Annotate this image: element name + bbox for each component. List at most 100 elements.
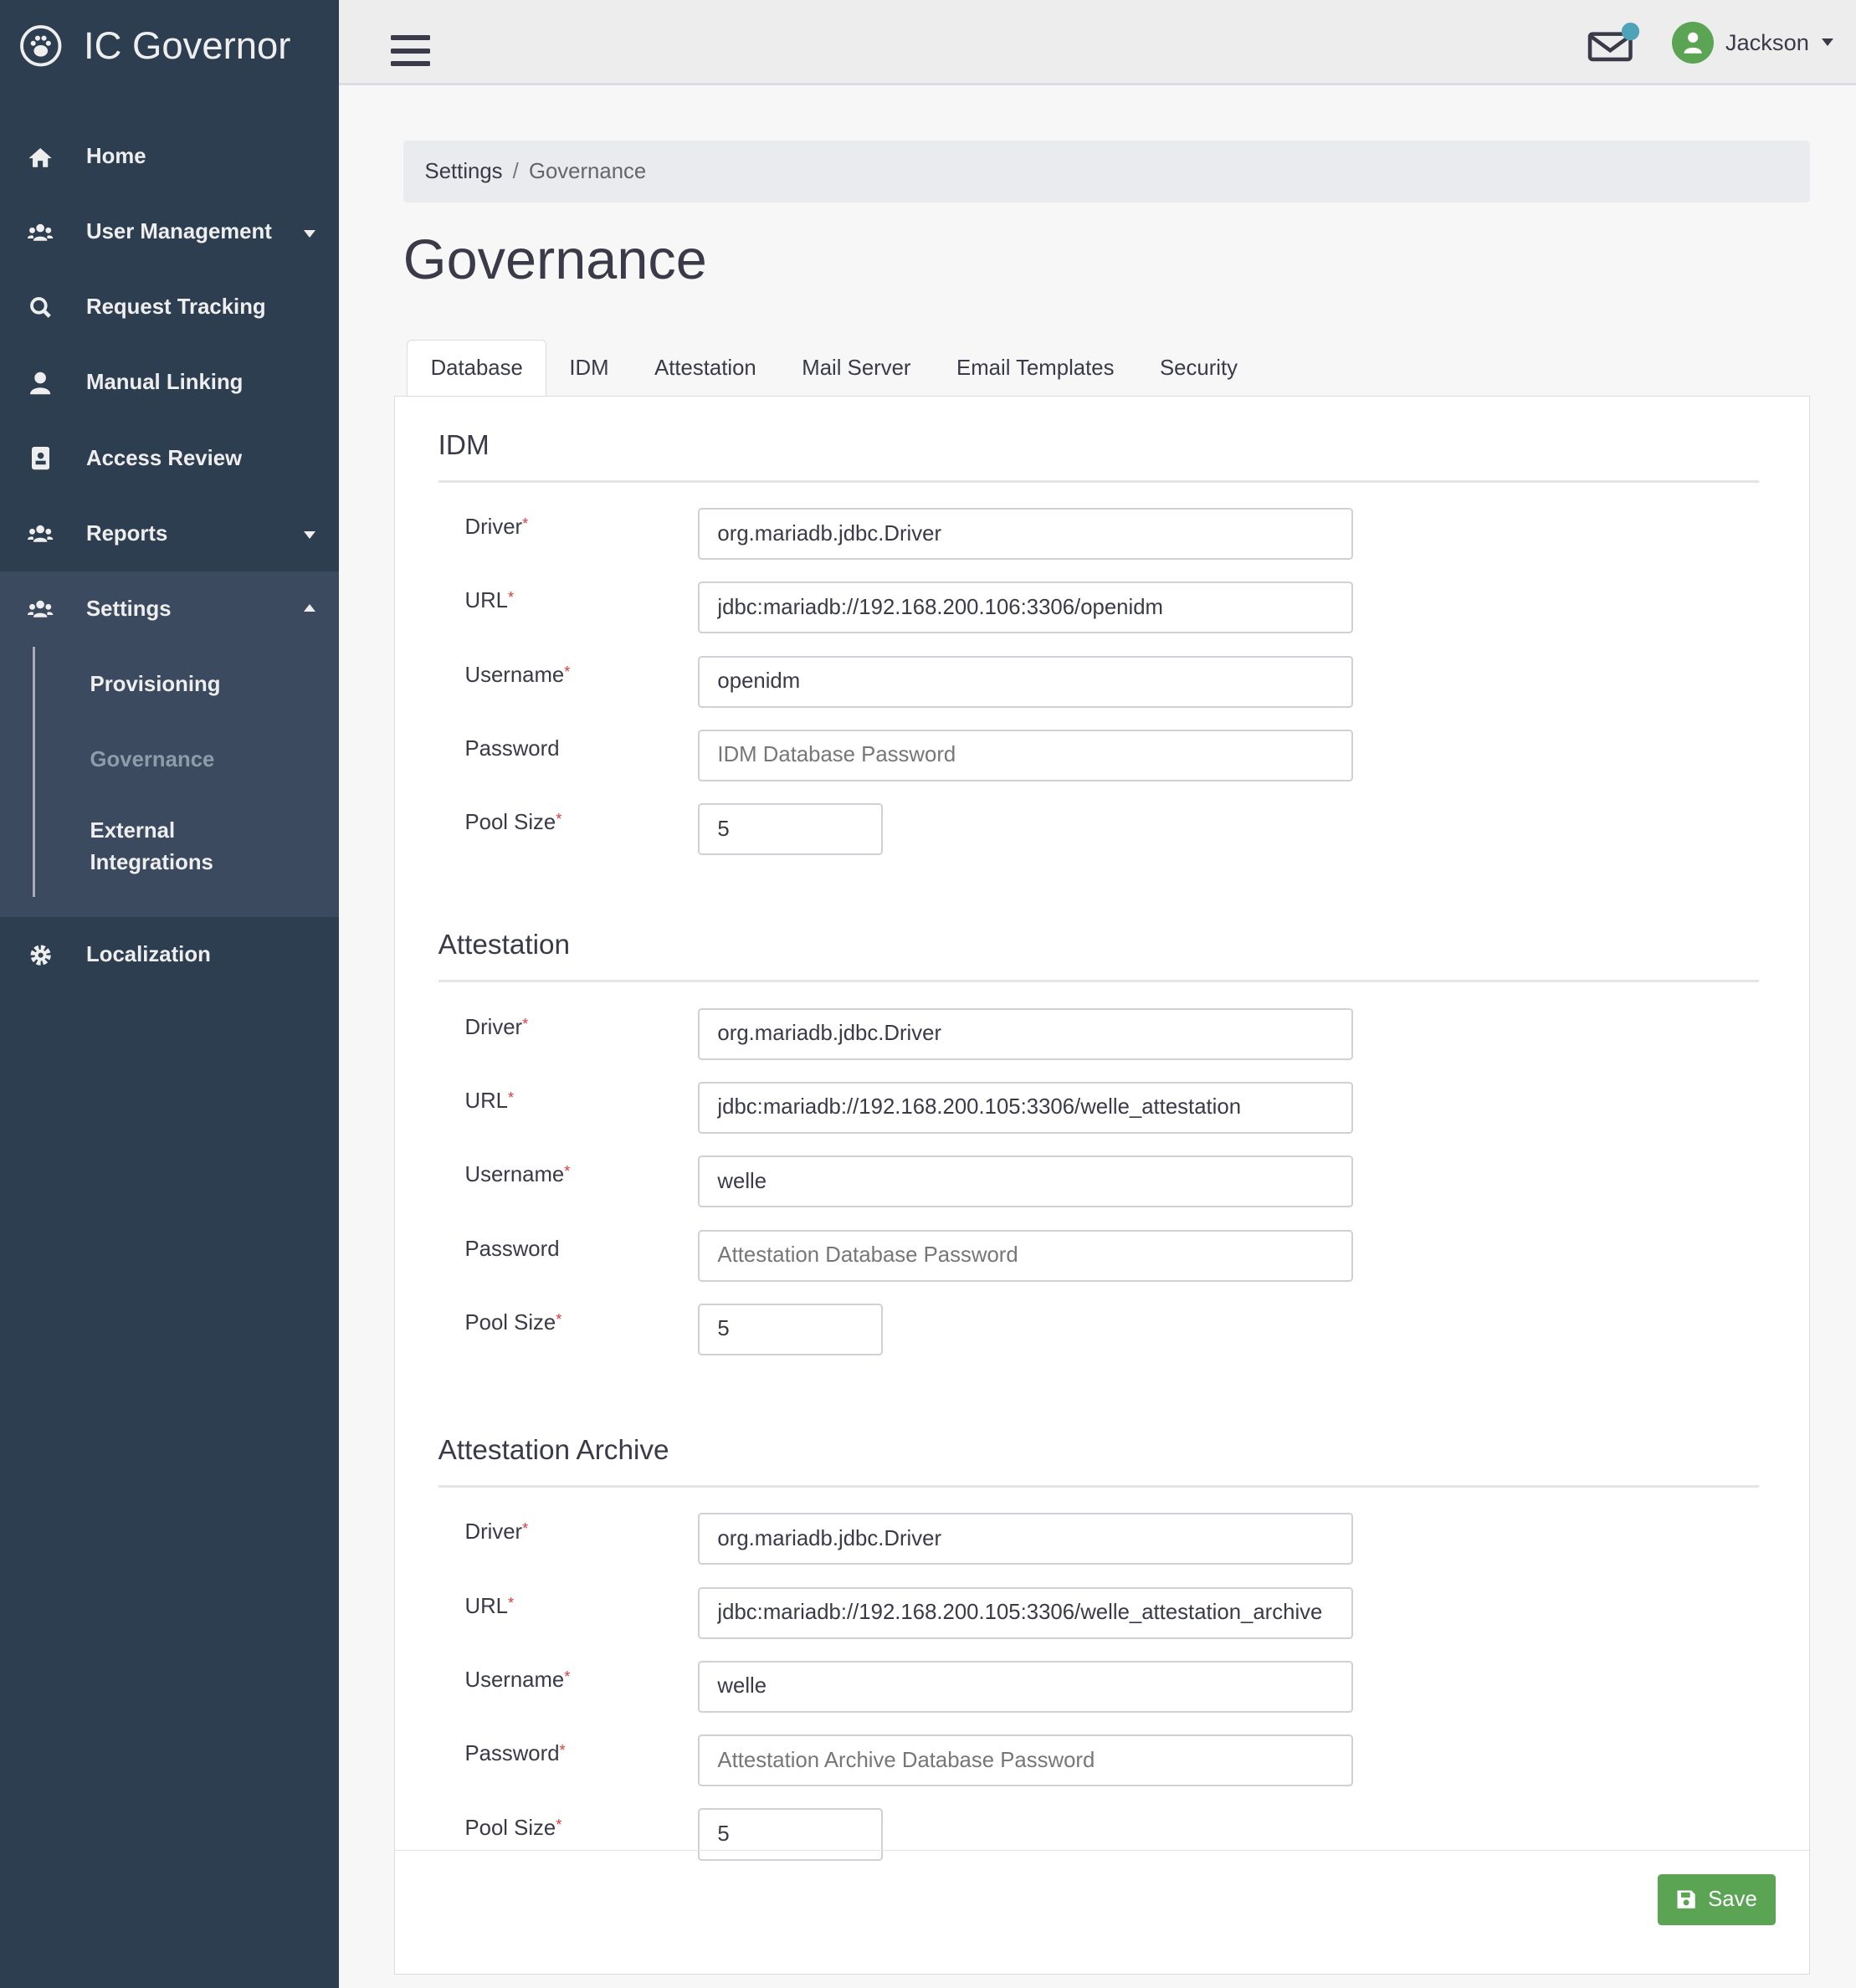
save-button[interactable]: Save: [1658, 1874, 1776, 1925]
sidebar-subitem-external-integrations[interactable]: External Integrations: [35, 798, 251, 897]
tab-email-templates[interactable]: Email Templates: [934, 340, 1137, 397]
envelope-icon: [1587, 23, 1639, 62]
paw-logo-icon: [19, 24, 62, 67]
form-row-username: Username*: [438, 655, 1759, 730]
form-row-url: URL*: [438, 582, 1759, 655]
label-text: Username: [464, 1668, 565, 1692]
sidebar-item-label: User Management: [86, 220, 272, 244]
form-row-driver: Driver*: [438, 507, 1759, 582]
brand[interactable]: IC Governor: [0, 0, 339, 91]
section-title: IDM: [438, 397, 1759, 483]
mail-button[interactable]: [1587, 23, 1643, 72]
sidebar-item-localization[interactable]: Localization: [0, 917, 339, 992]
label-text: Username: [464, 1163, 565, 1187]
pool-size-input[interactable]: [698, 1303, 884, 1355]
sidebar-item-label: Localization: [86, 942, 211, 966]
card-footer-divider: [395, 1850, 1810, 1852]
required-indicator: *: [507, 1089, 515, 1106]
label-text: Password: [464, 1237, 560, 1261]
username-input[interactable]: [698, 1660, 1354, 1713]
sidebar-item-user-management[interactable]: User Management: [0, 195, 339, 270]
url-label: URL*: [438, 1082, 699, 1155]
url-label: URL*: [438, 1587, 699, 1661]
label-text: Driver: [464, 1015, 523, 1039]
password-input[interactable]: [698, 1734, 1354, 1787]
label-text: Password: [464, 737, 560, 761]
app-title: IC Governor: [83, 23, 291, 67]
sidebar-subitem-provisioning[interactable]: Provisioning: [35, 647, 338, 722]
username-input[interactable]: [698, 655, 1354, 708]
chevron-up-icon: [304, 604, 316, 612]
breadcrumb-separator: /: [512, 159, 519, 183]
driver-input[interactable]: [698, 1513, 1354, 1565]
sidebar-item-reports[interactable]: Reports: [0, 496, 339, 571]
users-icon: [28, 219, 54, 244]
breadcrumb-settings[interactable]: Settings: [425, 160, 503, 184]
tab-mail-server[interactable]: Mail Server: [779, 340, 934, 397]
label-text: URL: [464, 1089, 508, 1113]
url-label: URL*: [438, 582, 699, 655]
sidebar-item-request-tracking[interactable]: Request Tracking: [0, 270, 339, 346]
password-input[interactable]: [698, 729, 1354, 782]
user-menu[interactable]: Jackson: [1672, 21, 1834, 64]
chevron-down-icon: [1822, 38, 1834, 47]
driver-label: Driver*: [438, 1008, 699, 1082]
form-row-url: URL*: [438, 1081, 1759, 1155]
tab-attestation[interactable]: Attestation: [632, 340, 779, 397]
required-indicator: *: [522, 1015, 529, 1032]
section-title: Attestation Archive: [438, 1401, 1759, 1488]
sidebar-item-label: Request Tracking: [86, 295, 266, 320]
chevron-down-icon: [304, 229, 316, 238]
required-indicator: *: [507, 1594, 515, 1611]
driver-input[interactable]: [698, 1007, 1354, 1060]
sidebar-item-settings[interactable]: Settings: [0, 571, 339, 647]
sidebar-item-label: Settings: [86, 597, 172, 621]
save-icon: [1677, 1890, 1695, 1909]
breadcrumb: Settings / Governance: [402, 141, 1811, 203]
label-text: Password: [464, 1742, 560, 1766]
label-text: Driver: [464, 515, 523, 540]
gear-icon: [28, 942, 53, 967]
label-text: Pool Size: [464, 811, 556, 835]
sidebar-item-home[interactable]: Home: [0, 119, 339, 194]
required-indicator: *: [556, 1816, 562, 1833]
hamburger-menu-icon[interactable]: [390, 35, 430, 73]
password-input[interactable]: [698, 1229, 1354, 1282]
form-row-password: Password: [438, 1229, 1759, 1304]
driver-input[interactable]: [698, 507, 1354, 561]
sidebar: IC Governor Home User Management Request…: [0, 0, 339, 1988]
users-icon: [28, 597, 54, 622]
url-input[interactable]: [698, 1586, 1354, 1639]
label-text: URL: [464, 1594, 508, 1618]
url-input[interactable]: [698, 582, 1354, 634]
pool-size-label: Pool Size*: [438, 803, 699, 877]
label-text: Pool Size: [464, 1310, 556, 1335]
pool-size-input[interactable]: [698, 1808, 884, 1861]
breadcrumb-current: Governance: [528, 159, 647, 183]
sidebar-item-label: Manual Linking: [86, 371, 244, 395]
label-text: Driver: [464, 1520, 523, 1545]
password-label: Password: [438, 730, 699, 803]
username-label: Username*: [438, 1155, 699, 1229]
chevron-down-icon: [304, 531, 316, 540]
tab-idm[interactable]: IDM: [546, 340, 632, 397]
form-row-pool-size: Pool Size*: [438, 803, 1759, 877]
pool-size-input[interactable]: [698, 803, 884, 856]
driver-label: Driver*: [438, 1513, 699, 1586]
required-indicator: *: [564, 1163, 571, 1181]
tab-security[interactable]: Security: [1137, 340, 1261, 397]
sidebar-subitem-governance[interactable]: Governance: [35, 723, 338, 798]
form-row-password: Password*: [438, 1734, 1759, 1808]
required-indicator: *: [564, 663, 571, 680]
user-icon: [1684, 32, 1702, 54]
settings-group: Settings Provisioning Governance Externa…: [0, 571, 339, 918]
tab-database[interactable]: Database: [407, 340, 547, 397]
sidebar-item-access-review[interactable]: Access Review: [0, 421, 339, 496]
pool-size-label: Pool Size*: [438, 1304, 699, 1377]
label-text: Pool Size: [464, 1816, 556, 1840]
url-input[interactable]: [698, 1081, 1354, 1134]
section-attestation-archive: Attestation ArchiveDriver*URL*Username*P…: [438, 1401, 1759, 1883]
save-label: Save: [1708, 1887, 1757, 1911]
username-input[interactable]: [698, 1155, 1354, 1208]
sidebar-item-manual-linking[interactable]: Manual Linking: [0, 346, 339, 421]
